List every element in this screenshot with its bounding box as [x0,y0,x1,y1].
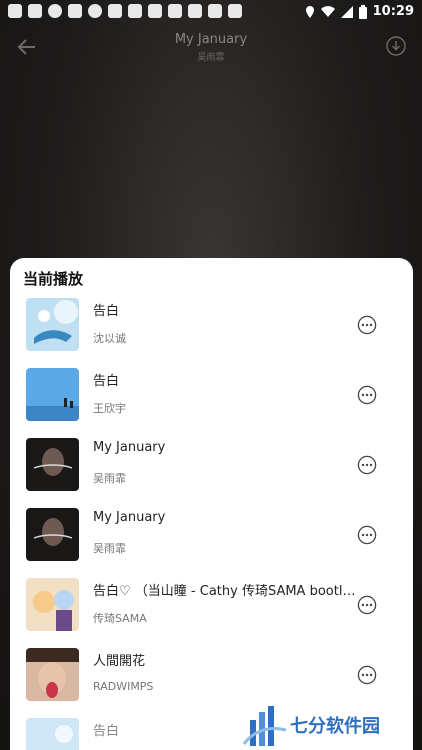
song-name: 人間開花 [93,654,146,669]
more-options-icon[interactable] [357,385,377,405]
album-cover [26,438,79,491]
song-name: My January [93,510,166,525]
playlist-item[interactable]: 告白 王欣宇 [10,364,413,434]
song-name: 告白 [93,304,120,319]
battery-icon [358,4,367,19]
more-options-icon[interactable] [357,455,377,475]
playlist-item[interactable]: My January 吴雨霏 [10,504,413,574]
playlist-item[interactable]: 告白 沈以诚 [10,294,413,364]
artist-name: 吴雨霏 [93,472,126,485]
more-options-icon[interactable] [357,525,377,545]
notification-icon [188,4,202,18]
notification-icon [48,4,62,18]
watermark-icon [242,706,287,746]
more-options-icon[interactable] [357,315,377,335]
location-icon [305,5,314,18]
song-artist: 吴雨霏 [197,53,225,63]
notification-icon [148,4,162,18]
artist-name: 传琦SAMA [93,612,147,625]
status-bar: 10:29 [0,0,422,24]
album-cover [26,368,79,421]
notification-icon [168,4,182,18]
wifi-icon [320,5,335,17]
artist-name: RADWIMPS [93,680,154,693]
more-options-icon[interactable] [357,595,377,615]
notification-icon [8,4,22,18]
signal-icon [340,5,353,18]
album-cover [26,718,79,750]
notification-icon [88,4,102,18]
clock: 10:29 [372,4,414,19]
download-icon[interactable] [386,36,406,56]
player-header: My January 吴雨霏 [0,28,422,68]
album-cover [26,298,79,351]
notification-icon [28,4,42,18]
playlist-item[interactable]: My January 吴雨霏 [10,434,413,504]
notification-icon [128,4,142,18]
notification-icon [108,4,122,18]
artist-name: 沈以诚 [93,332,126,345]
notification-icon [208,4,222,18]
more-options-icon[interactable] [357,665,377,685]
sheet-title: 当前播放 [23,270,84,288]
notification-icon [228,4,242,18]
notification-icon [68,4,82,18]
album-cover [26,648,79,701]
artist-name: 吴雨霏 [93,542,126,555]
watermark-logo: 七分软件园 [238,700,422,750]
album-cover [26,508,79,561]
song-title: My January [174,32,248,47]
playlist-item[interactable]: 告白♡ （当山瞳 - Cathy 传琦SAMA bootle… 传琦SAMA [10,574,413,644]
song-name: 告白 [93,374,120,389]
artist-name: 王欣宇 [93,402,126,415]
song-name: 告白♡ （当山瞳 - Cathy 传琦SAMA bootle… [93,584,361,599]
now-playing-sheet: 当前播放 告白 沈以诚 告白 王欣宇 My January 吴雨霏 My Jan… [10,258,413,750]
song-name: My January [93,440,166,455]
album-cover [26,578,79,631]
watermark-text: 七分软件园 [290,716,380,737]
